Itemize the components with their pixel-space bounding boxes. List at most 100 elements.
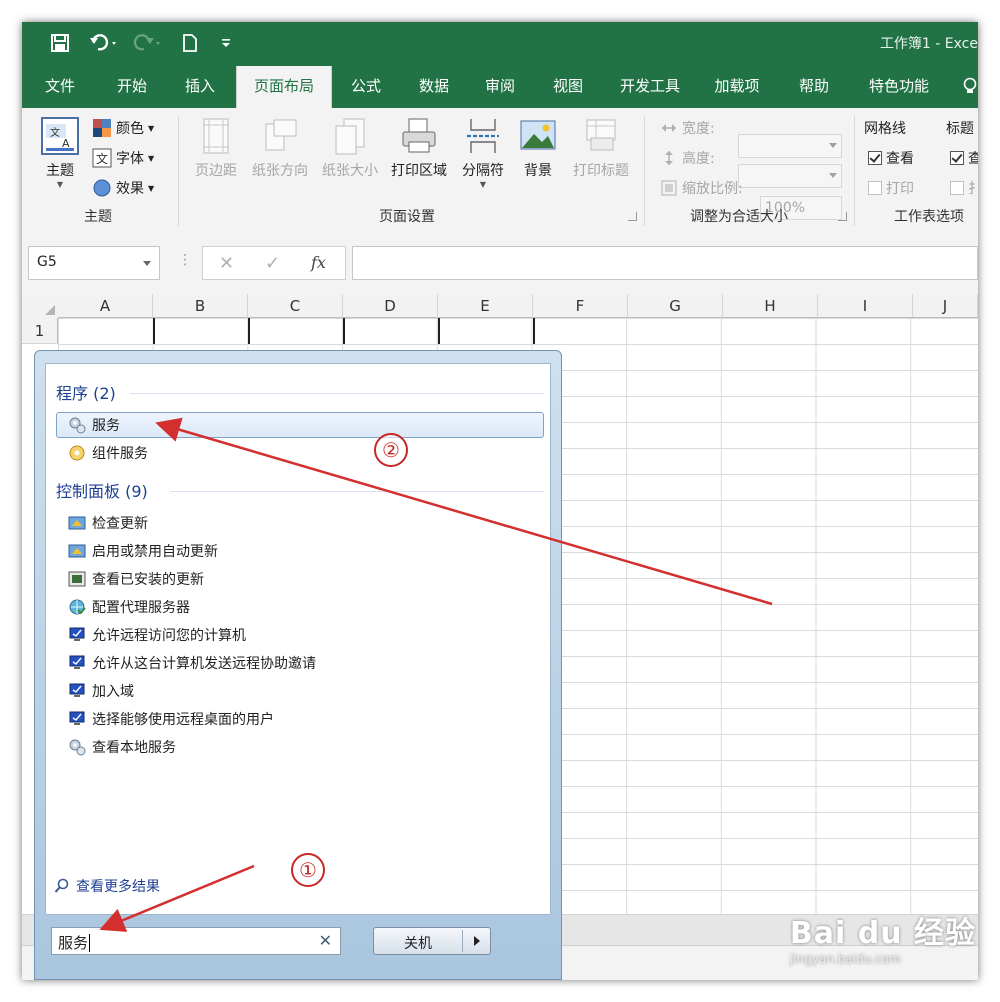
result-installed-updates[interactable]: 查看已安装的更新 (68, 566, 204, 592)
start-search-input[interactable]: 服务 ✕ (51, 927, 341, 955)
ribbon-tabs: 文件 开始 插入 页面布局 公式 数据 审阅 视图 开发工具 加载项 帮助 特色… (22, 64, 978, 108)
splitter-grip-icon[interactable]: ⋮ (178, 252, 192, 268)
app-window: 工作簿1 - Exce 文件 开始 插入 页面布局 公式 数据 审阅 视图 开发… (22, 22, 978, 980)
headings-view-checkbox[interactable]: 查 (950, 148, 978, 168)
result-toggle-auto-update[interactable]: 启用或禁用自动更新 (68, 538, 218, 564)
gear-services-icon (69, 417, 86, 434)
column-header-f[interactable]: F (533, 294, 628, 318)
name-box-value: G5 (37, 254, 57, 270)
group-divider (178, 116, 179, 226)
column-header-i[interactable]: I (818, 294, 913, 318)
result-remote-assistance[interactable]: 允许从这台计算机发送远程协助邀请 (68, 650, 316, 676)
customize-qat-icon[interactable] (218, 31, 234, 55)
result-label: 查看已安装的更新 (92, 572, 204, 588)
scale-launcher-icon[interactable] (838, 212, 847, 221)
colors-button[interactable]: 颜色 ▼ (92, 118, 154, 138)
new-file-icon[interactable] (178, 31, 202, 55)
sheet-options-group-label: 工作表选项 (894, 209, 964, 225)
size-label: 纸张大小 (322, 163, 378, 179)
shutdown-button[interactable]: 关机 (373, 927, 491, 955)
themes-button[interactable]: 文A 主题 ▼ (36, 116, 84, 189)
formula-input[interactable] (352, 246, 978, 280)
tab-insert[interactable]: 插入 (174, 64, 226, 108)
formula-buttons: ✕ ✓ fx (202, 246, 346, 280)
select-all-corner[interactable] (22, 294, 59, 319)
result-check-updates[interactable]: 检查更新 (68, 510, 148, 536)
gridlines-header: 网格线 (864, 121, 906, 137)
result-label: 启用或禁用自动更新 (92, 544, 218, 560)
monitor-icon (69, 711, 85, 725)
clear-search-icon[interactable]: ✕ (319, 931, 332, 950)
column-header-c[interactable]: C (248, 294, 343, 318)
result-view-local-services[interactable]: 查看本地服务 (68, 734, 176, 760)
tab-addins[interactable]: 加载项 (706, 64, 768, 108)
result-configure-proxy[interactable]: 配置代理服务器 (68, 594, 190, 620)
print-area-label: 打印区域 (391, 163, 447, 179)
result-allow-remote-access[interactable]: 允许远程访问您的计算机 (68, 622, 246, 648)
gridlines-print-checkbox[interactable]: 打印 (868, 178, 914, 198)
column-header-h[interactable]: H (723, 294, 818, 318)
tab-file[interactable]: 文件 (34, 64, 86, 108)
save-icon[interactable] (48, 31, 72, 55)
group-divider (854, 116, 855, 226)
column-header-d[interactable]: D (343, 294, 438, 318)
margins-button: 页边距 (190, 116, 242, 180)
margins-label: 页边距 (195, 163, 237, 179)
colors-icon (93, 119, 111, 137)
themes-label: 主题 (46, 163, 74, 179)
background-button[interactable]: 背景 (514, 116, 562, 180)
fonts-label: 字体 (116, 151, 144, 167)
gridlines-view-checkbox[interactable]: 查看 (868, 148, 914, 168)
result-component-services[interactable]: 组件服务 (68, 440, 148, 466)
row-header-1[interactable]: 1 (22, 318, 58, 344)
column-header-b[interactable]: B (153, 294, 248, 318)
tab-data[interactable]: 数据 (408, 64, 460, 108)
cancel-icon[interactable]: ✕ (219, 253, 234, 274)
tab-formulas[interactable]: 公式 (340, 64, 392, 108)
tab-help[interactable]: 帮助 (788, 64, 840, 108)
search-value: 服务 (58, 934, 89, 952)
undo-icon[interactable] (86, 31, 122, 55)
column-header-e[interactable]: E (438, 294, 533, 318)
group-divider (644, 116, 645, 226)
see-more-results-link[interactable]: 查看更多结果 (54, 876, 160, 896)
print-area-button[interactable]: 打印区域 (386, 116, 452, 180)
result-join-domain[interactable]: 加入域 (68, 678, 134, 704)
breaks-button[interactable]: 分隔符 ▼ (456, 116, 510, 189)
tab-home[interactable]: 开始 (106, 64, 158, 108)
enter-icon[interactable]: ✓ (265, 253, 280, 274)
checkbox-checked-icon (868, 151, 882, 165)
printer-icon (399, 116, 439, 156)
height-icon (665, 151, 673, 165)
component-services-icon (69, 445, 85, 461)
tab-developer[interactable]: 开发工具 (610, 64, 690, 108)
headings-print-checkbox[interactable]: 扌 (950, 178, 978, 198)
shutdown-options-arrow-icon[interactable] (474, 936, 480, 946)
width-dropdown (738, 134, 842, 158)
paper-size-icon (330, 116, 370, 156)
control-panel-header[interactable]: 控制面板 (9) (56, 478, 148, 502)
effects-button[interactable]: 效果 ▼ (92, 178, 154, 198)
proxy-globe-icon (69, 599, 86, 615)
result-label: 允许从这台计算机发送远程协助邀请 (92, 656, 316, 672)
fonts-button[interactable]: 文 字体 ▼ (92, 148, 154, 168)
checkbox-unchecked-icon (950, 181, 964, 195)
page-setup-launcher-icon[interactable] (628, 212, 637, 221)
themes-icon: 文A (40, 116, 80, 156)
name-box[interactable]: G5 (28, 246, 160, 280)
tab-review[interactable]: 审阅 (474, 64, 526, 108)
tab-view[interactable]: 视图 (542, 64, 594, 108)
column-header-g[interactable]: G (628, 294, 723, 318)
insert-function-icon[interactable]: fx (311, 253, 326, 272)
column-header-a[interactable]: A (58, 294, 153, 318)
programs-header[interactable]: 程序 (2) (56, 380, 116, 404)
tab-special-features[interactable]: 特色功能 (858, 64, 940, 108)
column-header-j[interactable]: J (913, 294, 978, 318)
lightbulb-icon[interactable] (958, 64, 978, 108)
result-services[interactable]: 服务 (56, 412, 544, 438)
checkbox-checked-icon (950, 151, 964, 165)
scale-group-label: 调整为合适大小 (690, 209, 788, 225)
result-label: 配置代理服务器 (92, 600, 190, 616)
tab-page-layout[interactable]: 页面布局 (236, 66, 332, 108)
result-remote-desktop-users[interactable]: 选择能够使用远程桌面的用户 (68, 706, 274, 732)
